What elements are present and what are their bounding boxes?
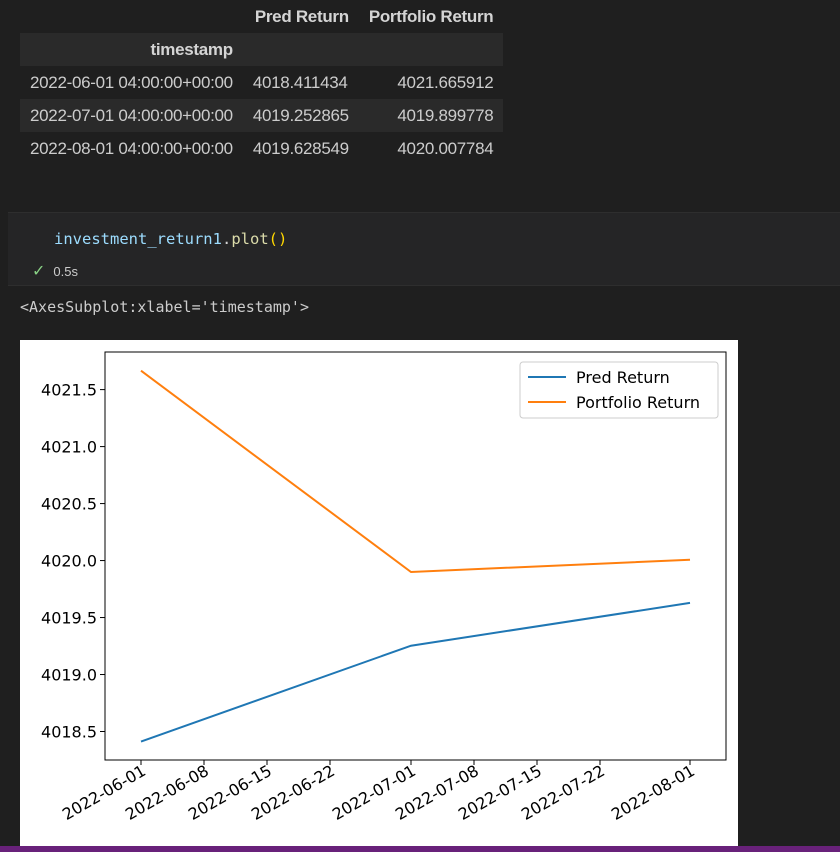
legend-label: Portfolio Return xyxy=(576,393,700,412)
line-chart: 4018.5 4019.0 4019.5 4020.0 4020.5 4021.0 4021… xyxy=(41,351,727,852)
code-parens: () xyxy=(268,230,288,248)
x-tick-label: 2022-08-01 xyxy=(608,761,698,824)
table-row: 2022-06-01 04:00:00+00:00 4018.411434 40… xyxy=(20,66,504,99)
execution-status: ✓ 0.5s xyxy=(32,261,78,281)
index-name-row: timestamp xyxy=(20,33,504,66)
status-bar xyxy=(0,846,840,852)
pred-return-value: 4018.411434 xyxy=(252,72,348,92)
portfolio-return-value: 4021.665912 xyxy=(397,72,494,92)
portfolio-return-value: 4020.007784 xyxy=(397,138,494,158)
index-name: timestamp xyxy=(150,39,234,59)
code-editor[interactable]: investment_return1.plot() xyxy=(54,230,287,248)
check-icon: ✓ xyxy=(32,263,46,280)
pred-return-value: 4019.628549 xyxy=(252,138,349,158)
code-dot: . xyxy=(221,230,232,248)
legend-label: Pred Return xyxy=(576,368,670,387)
plot-figure: 4018.5 4019.0 4019.5 4020.0 4020.5 4021.0 4021… xyxy=(20,340,738,852)
cell-gutter[interactable] xyxy=(0,218,6,282)
row-index: 2022-06-01 04:00:00+00:00 xyxy=(30,72,233,92)
column-header-portfolio: Portfolio Return xyxy=(368,6,494,26)
y-tick-label: 4020.5 xyxy=(41,495,97,514)
y-tick-label: 4021.0 xyxy=(41,438,97,457)
y-tick-label: 4018.5 xyxy=(41,723,97,742)
y-tick-label: 4021.5 xyxy=(41,381,97,400)
row-index: 2022-07-01 04:00:00+00:00 xyxy=(30,105,233,125)
y-tick-label: 4019.0 xyxy=(41,666,97,685)
code-function: plot xyxy=(231,230,269,248)
row-index: 2022-08-01 04:00:00+00:00 xyxy=(30,138,233,158)
index-header-blank xyxy=(20,0,243,33)
y-tick-label: 4019.5 xyxy=(41,609,97,628)
y-tick-label: 4020.0 xyxy=(41,552,97,571)
execution-time: 0.5s xyxy=(53,264,78,279)
table-row: 2022-08-01 04:00:00+00:00 4019.628549 40… xyxy=(20,132,504,165)
table-row: 2022-07-01 04:00:00+00:00 4019.252865 40… xyxy=(20,99,504,132)
code-variable: investment_return1 xyxy=(54,230,222,248)
series-line-pred-return xyxy=(140,601,691,743)
code-cell[interactable]: investment_return1.plot() ✓ 0.5s xyxy=(8,212,840,286)
column-header-pred: Pred Return xyxy=(254,6,349,26)
output-text: <AxesSubplot:xlabel='timestamp'> xyxy=(20,298,309,316)
dataframe-table: Pred Return Portfolio Return timestamp 2… xyxy=(20,0,504,165)
column-header-row: Pred Return Portfolio Return xyxy=(20,0,504,33)
pred-return-value: 4019.252865 xyxy=(252,105,349,125)
portfolio-return-value: 4019.899778 xyxy=(397,105,494,125)
